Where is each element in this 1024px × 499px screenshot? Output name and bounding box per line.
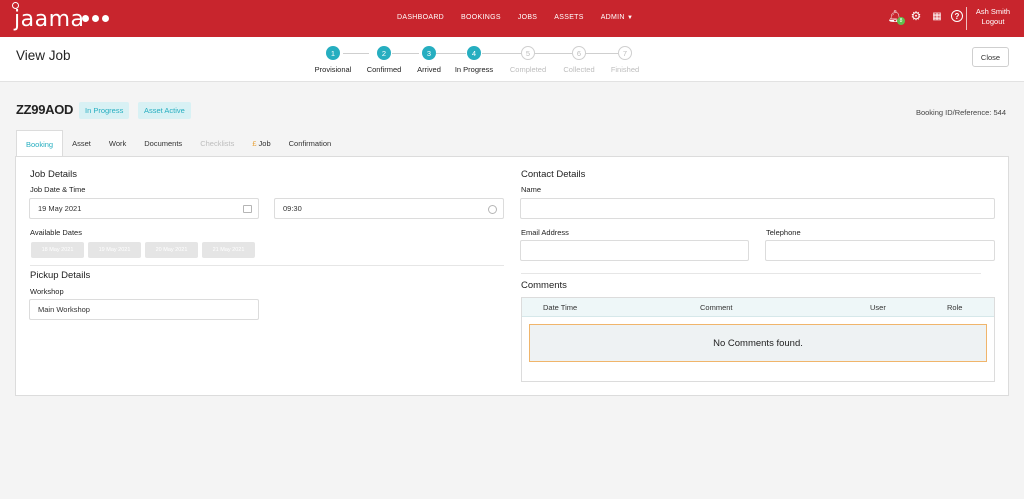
tab-job[interactable]: £ Job bbox=[243, 130, 279, 157]
available-dates-label: Available Dates bbox=[30, 228, 82, 237]
nav-bookings[interactable]: BOOKINGS bbox=[461, 14, 501, 21]
step-label: Finished bbox=[610, 65, 640, 74]
tab-checklists: Checklists bbox=[200, 139, 235, 148]
job-date-value: 19 May 2021 bbox=[38, 204, 82, 213]
step-collected: 6 Collected bbox=[559, 46, 599, 74]
status-badge: In Progress bbox=[79, 102, 130, 119]
notification-badge: 8 bbox=[897, 17, 905, 25]
gear-icon[interactable]: ⚙ bbox=[909, 9, 923, 23]
telephone-label: Telephone bbox=[766, 228, 801, 237]
page-title: View Job bbox=[16, 48, 71, 63]
step-arrived: 3 Arrived bbox=[413, 46, 445, 74]
tab-bar: Booking Asset Work Documents Checklists … bbox=[16, 130, 340, 157]
nav-admin[interactable]: ADMIN ▼ bbox=[601, 14, 634, 21]
top-navbar: jaama DASHBOARD BOOKINGS JOBS ASSETS ADM… bbox=[0, 0, 1024, 37]
help-icon[interactable]: ? bbox=[951, 10, 963, 22]
tab-booking[interactable]: Booking bbox=[16, 130, 64, 157]
job-date-time-label: Job Date & Time bbox=[30, 185, 86, 194]
nav-assets[interactable]: ASSETS bbox=[554, 14, 583, 21]
step-number: 3 bbox=[422, 46, 436, 60]
step-number: 5 bbox=[521, 46, 535, 60]
available-date-chip[interactable]: 18 May 2021 bbox=[31, 242, 84, 258]
clock-icon[interactable] bbox=[488, 205, 497, 214]
caret-down-icon: ▼ bbox=[627, 15, 634, 21]
nav-admin-label: ADMIN bbox=[600, 14, 625, 21]
column-header-role[interactable]: Role bbox=[947, 303, 962, 312]
step-number: 2 bbox=[377, 46, 391, 60]
workshop-value: Main Workshop bbox=[38, 305, 90, 314]
divider bbox=[966, 7, 967, 30]
step-in-progress: 4 In Progress bbox=[454, 46, 494, 74]
empty-comments-message: No Comments found. bbox=[529, 324, 987, 362]
vehicle-registration: ZZ99AOD bbox=[16, 102, 74, 117]
pickup-details-title: Pickup Details bbox=[30, 270, 91, 281]
email-label: Email Address bbox=[521, 228, 569, 237]
comments-title: Comments bbox=[521, 280, 567, 291]
tab-job-label: Job bbox=[258, 139, 271, 148]
job-time-input[interactable]: 09:30 bbox=[274, 198, 504, 219]
user-menu: Ash Smith Logout bbox=[970, 7, 1016, 27]
logout-link[interactable]: Logout bbox=[970, 17, 1016, 27]
available-date-chip[interactable]: 20 May 2021 bbox=[145, 242, 198, 258]
step-number: 1 bbox=[326, 46, 340, 60]
divider bbox=[30, 265, 504, 266]
logo-dots bbox=[82, 15, 109, 22]
step-number: 4 bbox=[467, 46, 481, 60]
job-details-title: Job Details bbox=[30, 169, 77, 180]
booking-panel: Job Details Job Date & Time 19 May 2021 … bbox=[15, 156, 1009, 396]
step-number: 7 bbox=[618, 46, 632, 60]
name-input[interactable] bbox=[520, 198, 995, 219]
workshop-select[interactable]: Main Workshop bbox=[29, 299, 259, 320]
step-label: Arrived bbox=[417, 65, 441, 74]
available-date-chip[interactable]: 19 May 2021 bbox=[88, 242, 141, 258]
close-button[interactable]: Close bbox=[972, 47, 1009, 67]
comments-table: Date Time Comment User Role No Comments … bbox=[521, 297, 995, 382]
grid-icon[interactable]: ▦ bbox=[930, 9, 944, 23]
tab-asset[interactable]: Asset bbox=[63, 130, 100, 157]
user-name[interactable]: Ash Smith bbox=[970, 7, 1016, 17]
nav-jobs[interactable]: JOBS bbox=[518, 14, 537, 21]
tab-confirmation[interactable]: Confirmation bbox=[280, 130, 341, 157]
asset-status-badge: Asset Active bbox=[138, 102, 191, 119]
step-completed: 5 Completed bbox=[506, 46, 550, 74]
step-number: 6 bbox=[572, 46, 586, 60]
job-time-value: 09:30 bbox=[283, 204, 302, 213]
top-icons: 🔔︎ 8 ⚙ ▦ ? bbox=[887, 9, 963, 25]
column-header-date-time[interactable]: Date Time bbox=[543, 303, 577, 312]
logo[interactable]: jaama bbox=[14, 7, 85, 32]
tab-documents[interactable]: Documents bbox=[135, 130, 191, 157]
email-input[interactable] bbox=[520, 240, 749, 261]
booking-reference: Booking ID/Reference: 544 bbox=[915, 108, 1006, 117]
step-label: Provisional bbox=[314, 65, 352, 74]
divider bbox=[521, 273, 981, 274]
column-header-user[interactable]: User bbox=[870, 303, 886, 312]
step-provisional: 1 Provisional bbox=[311, 46, 355, 74]
step-finished: 7 Finished bbox=[608, 46, 642, 74]
job-date-input[interactable]: 19 May 2021 bbox=[29, 198, 259, 219]
telephone-input[interactable] bbox=[765, 240, 995, 261]
workshop-label: Workshop bbox=[30, 287, 64, 296]
main-nav: DASHBOARD BOOKINGS JOBS ASSETS ADMIN ▼ bbox=[397, 14, 633, 21]
step-label: Collected bbox=[563, 65, 595, 74]
comments-table-header: Date Time Comment User Role bbox=[522, 298, 994, 317]
calendar-icon[interactable] bbox=[243, 205, 252, 213]
available-date-chip[interactable]: 21 May 2021 bbox=[202, 242, 255, 258]
step-label: Confirmed bbox=[366, 65, 402, 74]
tab-work[interactable]: Work bbox=[100, 130, 135, 157]
step-label: Completed bbox=[509, 65, 547, 74]
page-header: View Job 1 Provisional 2 Confirmed 3 Arr… bbox=[0, 37, 1024, 82]
nav-dashboard[interactable]: DASHBOARD bbox=[397, 14, 444, 21]
name-label: Name bbox=[521, 185, 542, 194]
contact-details-title: Contact Details bbox=[521, 169, 586, 180]
bell-icon[interactable]: 🔔︎ 8 bbox=[887, 9, 905, 25]
column-header-comment[interactable]: Comment bbox=[700, 303, 733, 312]
step-label: In Progress bbox=[454, 65, 494, 74]
pound-icon: £ bbox=[252, 139, 257, 148]
step-confirmed: 2 Confirmed bbox=[362, 46, 406, 74]
